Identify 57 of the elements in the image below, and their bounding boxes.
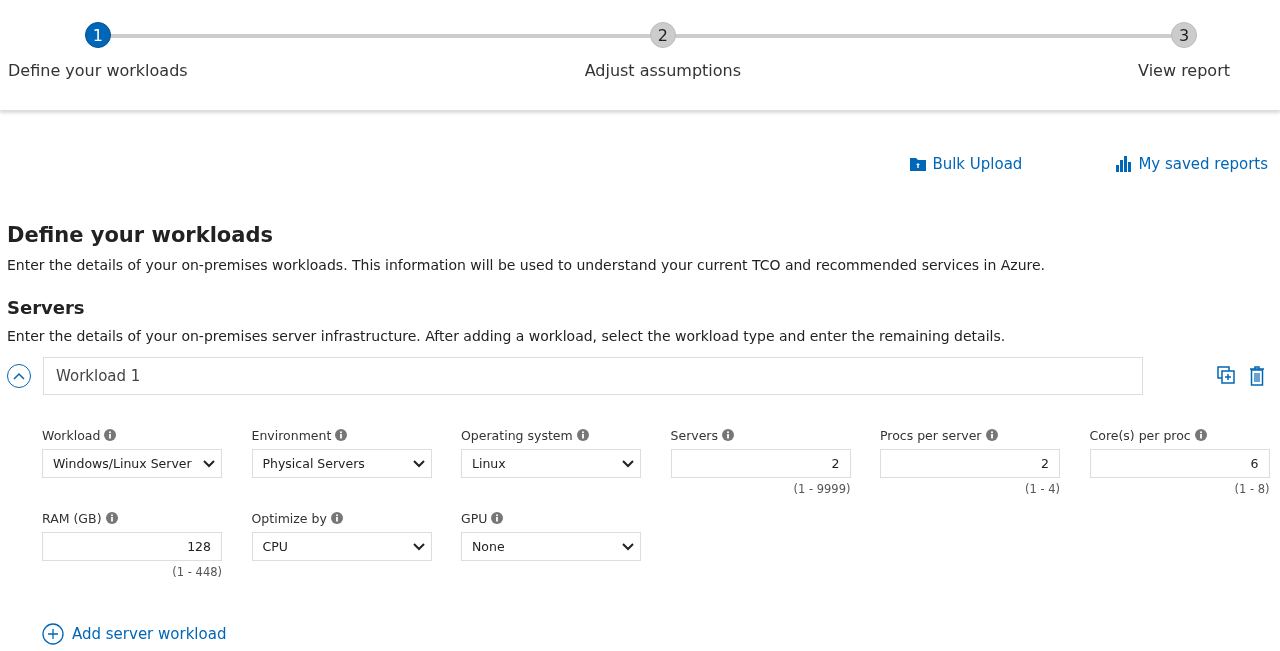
info-icon[interactable] <box>576 429 589 441</box>
info-icon[interactable] <box>491 512 504 524</box>
field-label: Operating system <box>461 427 573 443</box>
section-description: Enter the details of your on-premises server infrastructure. After adding a workload, select the workload type and enter the remaining details. <box>7 328 1007 344</box>
number-input[interactable]: 2 <box>670 449 851 478</box>
step-label[interactable]: Adjust assumptions <box>584 61 742 80</box>
workload-name-field[interactable]: Workload 1 <box>43 357 1143 395</box>
field-label: GPU <box>461 510 488 526</box>
info-icon[interactable] <box>335 429 348 441</box>
step-number[interactable]: 3 <box>1171 22 1198 48</box>
chevron-down-icon <box>412 542 425 551</box>
step-label[interactable]: Define your workloads <box>8 61 188 80</box>
info-icon[interactable] <box>1194 429 1207 441</box>
info-icon[interactable] <box>985 429 998 441</box>
page-title: Define your workloads <box>7 223 274 247</box>
number-input[interactable]: 128 <box>42 532 222 561</box>
info-icon[interactable] <box>722 429 734 441</box>
dropdown[interactable]: Physical Servers <box>251 449 432 478</box>
dropdown[interactable]: None <box>461 532 641 561</box>
collapse-button[interactable] <box>7 364 31 388</box>
field-label: RAM (GB) <box>42 510 102 526</box>
field-label: Servers <box>670 427 718 443</box>
step-number[interactable]: 1 <box>84 22 111 48</box>
number-input[interactable]: 6 <box>1089 449 1270 478</box>
action-link[interactable]: My saved reports <box>1116 155 1268 173</box>
number-input[interactable]: 2 <box>880 449 1060 478</box>
field-label: Environment <box>251 427 332 443</box>
chevron-down-icon <box>203 459 215 468</box>
add-workload-button[interactable]: Add server workload <box>42 623 227 645</box>
step-number[interactable]: 2 <box>649 22 676 48</box>
bar-chart-icon <box>1116 156 1133 172</box>
info-icon[interactable] <box>105 512 118 524</box>
duplicate-icon[interactable] <box>1217 366 1235 386</box>
plus-circle-icon <box>42 623 64 645</box>
field-label: Core(s) per proc <box>1089 427 1191 443</box>
field-label: Workload <box>42 427 101 443</box>
dropdown[interactable]: Linux <box>461 449 641 478</box>
chevron-down-icon <box>622 459 634 468</box>
range-hint: (1 - 9999) <box>793 482 851 498</box>
action-link[interactable]: Bulk Upload <box>910 155 1023 173</box>
range-hint: (1 - 448) <box>172 565 222 581</box>
chevron-down-icon <box>412 459 425 468</box>
page-description: Enter the details of your on-premises workloads. This information will be used to understand your current TCO and recommended services in Azure. <box>7 257 1047 273</box>
chevron-up-icon <box>13 372 25 380</box>
section-title: Servers <box>7 297 86 318</box>
range-hint: (1 - 4) <box>1024 482 1060 498</box>
info-icon[interactable] <box>330 512 343 524</box>
field-label: Optimize by <box>251 510 327 526</box>
step-label[interactable]: View report <box>1138 61 1230 80</box>
trash-icon[interactable] <box>1249 366 1265 386</box>
field-label: Procs per server <box>880 427 982 443</box>
info-icon[interactable] <box>104 429 117 441</box>
dropdown[interactable]: Windows/Linux Server <box>42 449 222 478</box>
folder-upload-icon <box>910 157 927 171</box>
dropdown[interactable]: CPU <box>251 532 432 561</box>
chevron-down-icon <box>622 542 634 551</box>
range-hint: (1 - 8) <box>1234 482 1270 498</box>
